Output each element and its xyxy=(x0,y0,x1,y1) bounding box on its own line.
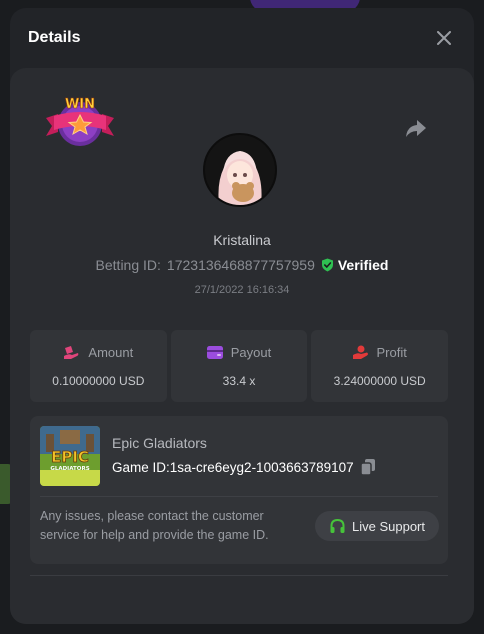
copy-icon xyxy=(359,459,375,476)
game-id-label: Game ID: xyxy=(112,459,170,475)
win-badge-text: WIN xyxy=(65,97,95,112)
close-icon xyxy=(437,31,451,45)
game-thumbnail[interactable]: EPIC GLADIATORS xyxy=(40,426,100,486)
game-id-row: Game ID:1sa-cre6eyg2-1003663789107 xyxy=(112,458,376,476)
game-name: Epic Gladiators xyxy=(112,435,207,451)
card-divider xyxy=(40,496,438,497)
stat-amount-label: Amount xyxy=(88,344,134,360)
modal-body: WIN Kristalina Betting ID: 1723136468877… xyxy=(10,68,474,624)
stats-row: Amount 0.10000000 USD Payout 33.4 x Prof… xyxy=(30,330,449,402)
game-thumb-subtitle: GLADIATORS xyxy=(50,466,89,472)
win-badge-icon: WIN xyxy=(46,97,114,146)
stat-amount-value: 0.10000000 USD xyxy=(52,373,145,388)
game-card: EPIC GLADIATORS Epic Gladiators Game ID:… xyxy=(30,416,448,564)
game-thumb-title: EPIC xyxy=(51,448,89,466)
support-message: Any issues, please contact the customer … xyxy=(40,509,269,542)
live-support-button[interactable]: Live Support xyxy=(315,511,439,541)
betting-id-row: Betting ID: 1723136468877757959 Verified xyxy=(10,257,474,273)
verified-badge: Verified xyxy=(321,257,389,273)
profit-hand-icon xyxy=(352,345,368,359)
betting-id-value: 1723136468877757959 xyxy=(166,257,315,273)
betting-id-label: Betting ID: xyxy=(95,257,161,273)
details-modal: Details WIN Kristalina Betting ID: 17231… xyxy=(10,8,474,624)
share-button[interactable] xyxy=(404,116,428,140)
wallet-icon xyxy=(206,345,223,359)
bet-amount-icon xyxy=(64,345,79,359)
copy-button[interactable] xyxy=(359,458,376,476)
share-icon xyxy=(406,120,426,137)
close-button[interactable] xyxy=(432,26,456,50)
headset-icon xyxy=(330,518,345,533)
avatar xyxy=(203,133,277,207)
stat-payout-label: Payout xyxy=(230,344,272,360)
modal-title: Details xyxy=(28,29,81,46)
stat-profit-label: Profit xyxy=(376,344,407,360)
bet-timestamp: 27/1/2022 16:16:34 xyxy=(194,284,290,296)
verified-shield-icon xyxy=(321,258,333,272)
stat-payout: Payout 33.4 x xyxy=(170,330,308,402)
live-support-label: Live Support xyxy=(352,518,425,534)
player-name: Kristalina xyxy=(213,232,271,248)
verified-label: Verified xyxy=(337,257,389,273)
stat-amount: Amount 0.10000000 USD xyxy=(30,330,167,402)
bottom-divider xyxy=(30,575,448,576)
stat-profit-value: 3.24000000 USD xyxy=(333,373,426,388)
stat-profit: Profit 3.24000000 USD xyxy=(311,330,449,402)
avatar-image xyxy=(205,135,275,205)
game-id-value: 1sa-cre6eyg2-1003663789107 xyxy=(169,459,354,475)
modal-header: Details xyxy=(10,8,474,68)
stat-payout-value: 33.4 x xyxy=(222,373,256,388)
